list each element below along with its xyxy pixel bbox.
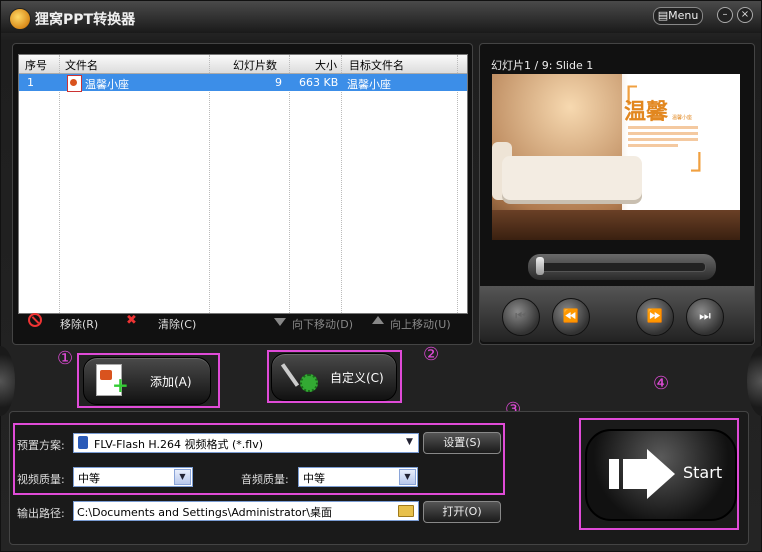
side-decoration-right <box>747 346 762 416</box>
table-row[interactable]: 1 温馨小座 9 663 KB 温馨小座 <box>19 74 467 92</box>
video-quality-label: 视频质量: <box>17 473 65 486</box>
column-divider <box>457 55 458 313</box>
audio-quality-value: 中等 <box>303 472 325 485</box>
title-bar[interactable]: 狸窝PPT转换器 ▤Menu – × <box>1 1 761 33</box>
folder-icon[interactable] <box>398 505 414 517</box>
menu-label: Menu <box>668 9 699 22</box>
column-divider <box>59 55 60 313</box>
app-title: 狸窝PPT转换器 <box>35 12 136 28</box>
start-arrow-icon <box>609 449 675 499</box>
arrow-down-icon <box>274 318 286 326</box>
column-header-size[interactable]: 大小 <box>315 57 337 73</box>
start-button[interactable]: Start <box>585 429 737 521</box>
progress-track[interactable] <box>540 262 706 272</box>
add-button-label: 添加(A) <box>150 375 192 389</box>
open-folder-button[interactable]: 打开(O) <box>423 501 501 523</box>
column-divider <box>209 55 210 313</box>
cell-filename: 温馨小座 <box>85 78 129 91</box>
cell-index: 1 <box>27 76 34 89</box>
clear-button[interactable]: 清除(C) <box>158 316 196 332</box>
slide-text-line <box>628 132 698 135</box>
playback-controls: ⏮ ⏪ ⏩ ⏭ <box>480 286 754 342</box>
slide-counter: 幻灯片1 / 9: Slide 1 <box>491 59 594 72</box>
chevron-down-icon[interactable]: ▼ <box>174 469 191 485</box>
video-quality-value: 中等 <box>78 472 100 485</box>
move-up-button[interactable]: 向上移动(U) <box>390 316 451 332</box>
progress-bar[interactable] <box>528 254 716 280</box>
marker-2: ② <box>423 344 440 365</box>
list-toolbar: 移除(R) ✖ 清除(C) 向下移动(D) 向上移动(U) <box>16 313 466 335</box>
move-down-button[interactable]: 向下移动(D) <box>292 316 353 332</box>
remove-icon[interactable] <box>28 313 42 327</box>
side-decoration-left <box>0 346 15 416</box>
remove-button[interactable]: 移除(R) <box>60 316 98 332</box>
file-table[interactable]: 序号 文件名 幻灯片数 大小 目标文件名 1 温馨小座 9 663 KB 温馨小… <box>18 54 468 314</box>
slide-title: 温馨 <box>624 100 669 125</box>
chevron-down-icon[interactable]: ▼ <box>399 469 416 485</box>
clear-icon[interactable]: ✖ <box>126 313 137 328</box>
column-header-filename[interactable]: 文件名 <box>65 57 98 73</box>
preview-panel: 幻灯片1 / 9: Slide 1 「 温馨 温馨小座 」 ⏮ ⏪ ⏩ ⏭ <box>479 43 755 345</box>
column-header-target[interactable]: 目标文件名 <box>349 57 404 73</box>
tools-icon <box>284 360 318 392</box>
slide-text-line <box>628 144 678 147</box>
file-list-panel: 序号 文件名 幻灯片数 大小 目标文件名 1 温馨小座 9 663 KB 温馨小… <box>12 43 473 345</box>
cell-target: 温馨小座 <box>347 78 391 91</box>
column-divider <box>341 55 342 313</box>
first-slide-icon[interactable]: ⏮ <box>502 298 540 336</box>
progress-thumb[interactable] <box>536 257 544 275</box>
app-window: 狸窝PPT转换器 ▤Menu – × 序号 文件名 幻灯片数 大小 目标文件名 … <box>0 0 762 552</box>
start-button-label: Start <box>683 463 723 482</box>
menu-button[interactable]: ▤Menu <box>653 7 703 25</box>
slide-subtitle: 温馨小座 <box>672 115 693 121</box>
fast-forward-icon[interactable]: ⏩ <box>636 298 674 336</box>
preset-value: FLV-Flash H.264 视频格式 (*.flv) <box>94 438 264 451</box>
add-button[interactable]: + 添加(A) <box>83 357 211 405</box>
column-header-slides[interactable]: 幻灯片数 <box>233 57 277 73</box>
cell-size: 663 KB <box>299 76 339 89</box>
settings-button[interactable]: 设置(S) <box>423 432 501 454</box>
slide-floor <box>492 210 740 240</box>
output-path-input[interactable]: C:\Documents and Settings\Administrator\… <box>73 501 419 521</box>
plus-icon: + <box>112 373 129 397</box>
preset-select[interactable]: FLV-Flash H.264 视频格式 (*.flv) ▼ <box>73 433 419 453</box>
audio-quality-label: 音频质量: <box>241 473 289 486</box>
ppt-file-icon <box>67 75 82 92</box>
column-header-index[interactable]: 序号 <box>25 57 47 73</box>
slide-text-line <box>628 138 698 141</box>
column-divider <box>289 55 290 313</box>
last-slide-icon[interactable]: ⏭ <box>686 298 724 336</box>
custom-button[interactable]: 自定义(C) <box>271 353 397 401</box>
marker-1: ① <box>57 348 74 369</box>
output-path-label: 输出路径: <box>17 507 65 520</box>
table-header: 序号 文件名 幻灯片数 大小 目标文件名 <box>19 55 467 74</box>
flv-format-icon <box>78 436 88 449</box>
app-logo-icon <box>9 8 31 30</box>
minimize-button[interactable]: – <box>717 7 733 23</box>
sofa-image <box>502 156 642 200</box>
audio-quality-select[interactable]: 中等 ▼ <box>298 467 418 487</box>
slide-preview: 「 温馨 温馨小座 」 <box>492 74 740 240</box>
close-button[interactable]: × <box>737 7 753 23</box>
custom-button-label: 自定义(C) <box>330 371 384 385</box>
slide-bracket-close: 」 <box>690 142 720 177</box>
cell-slides: 9 <box>275 76 282 89</box>
rewind-icon[interactable]: ⏪ <box>552 298 590 336</box>
chevron-down-icon[interactable]: ▼ <box>402 435 417 449</box>
preset-label: 预置方案: <box>17 439 65 452</box>
arrow-up-icon <box>372 316 384 324</box>
video-quality-select[interactable]: 中等 ▼ <box>73 467 193 487</box>
slide-text-line <box>628 126 698 129</box>
output-path-value: C:\Documents and Settings\Administrator\… <box>77 506 333 519</box>
marker-4: ④ <box>653 373 670 394</box>
